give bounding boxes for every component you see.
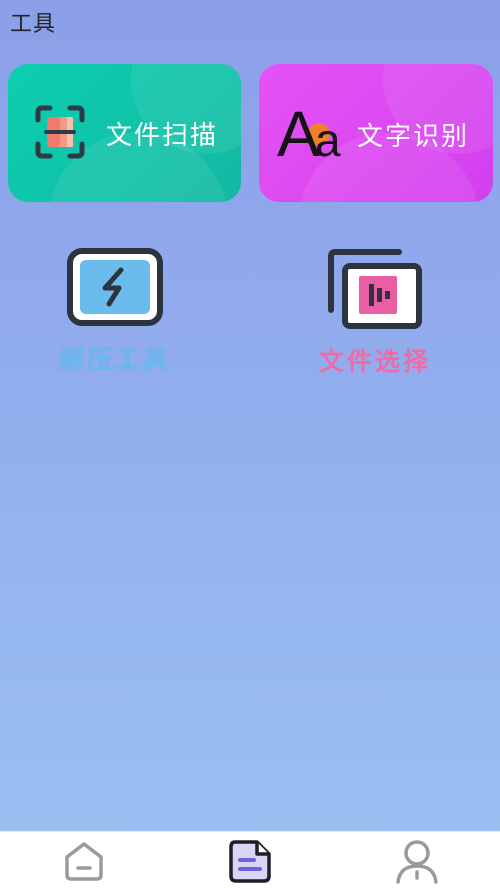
user-icon xyxy=(394,838,440,888)
aa-glyph: A xyxy=(277,98,320,160)
scan-icon xyxy=(34,104,86,164)
tab-profile[interactable] xyxy=(392,840,442,886)
decompress-tool[interactable]: 解压工具 xyxy=(25,248,205,376)
file-select-tool[interactable]: 文件选择 xyxy=(285,248,465,378)
file-scan-card[interactable]: 文件扫描 xyxy=(8,64,241,202)
text-recognition-icon: A a xyxy=(277,96,352,170)
svg-text:a: a xyxy=(315,114,341,160)
file-select-label: 文件选择 xyxy=(318,347,431,376)
bottom-tab-bar xyxy=(0,831,500,889)
file-scan-label: 文件扫描 xyxy=(106,121,219,151)
tab-tools[interactable] xyxy=(225,840,275,886)
home-icon xyxy=(61,839,107,887)
file-select-icon xyxy=(325,249,425,334)
text-recognition-card[interactable]: A a 文字识别 xyxy=(259,64,493,202)
document-icon xyxy=(227,838,273,888)
decompress-label: 解压工具 xyxy=(58,345,171,374)
tab-home[interactable] xyxy=(59,840,109,886)
page-title: 工具 xyxy=(10,12,57,37)
lightning-icon xyxy=(67,248,163,332)
text-recognition-label: 文字识别 xyxy=(357,122,470,152)
